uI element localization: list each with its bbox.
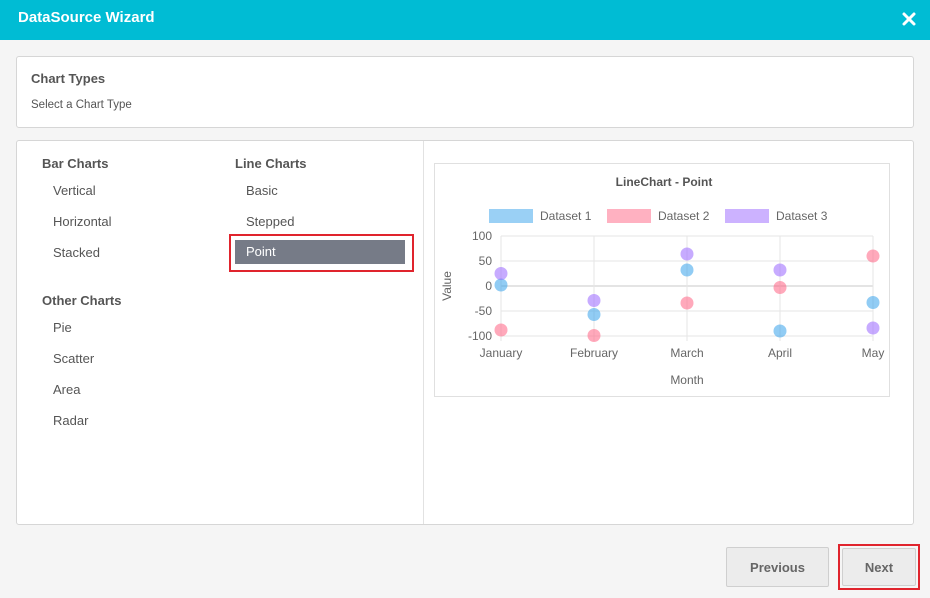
y-tick-label: -50 [475,304,493,318]
data-point [587,308,601,321]
data-point [680,263,694,277]
x-tick-label: April [768,346,792,360]
y-tick-label: 50 [479,254,493,268]
data-point [866,296,880,309]
data-point [494,267,508,280]
legend-label: Dataset 1 [540,209,592,223]
chart-types-header: Chart Types Select a Chart Type [16,56,914,128]
data-point [773,324,787,338]
y-axis-label: Value [440,271,454,301]
x-tick-label: May [862,346,885,360]
item-stacked[interactable]: Stacked [53,245,100,260]
data-point [866,249,880,263]
y-tick-label: 0 [485,279,492,293]
chart-title: LineChart - Point [616,175,713,189]
data-point [773,263,787,277]
item-scatter[interactable]: Scatter [53,351,94,366]
x-tick-label: February [570,346,618,360]
item-stepped[interactable]: Stepped [246,214,294,229]
data-point [587,329,601,342]
close-icon[interactable] [898,8,920,30]
item-area[interactable]: Area [53,382,80,397]
data-point [866,321,880,335]
legend-swatch [725,209,769,223]
x-axis-label: Month [670,373,703,387]
data-point [680,247,694,261]
item-radar[interactable]: Radar [53,413,88,428]
item-vertical[interactable]: Vertical [53,183,96,198]
y-tick-label: -100 [468,329,492,343]
item-horizontal[interactable]: Horizontal [53,214,112,229]
title-bar: DataSource Wizard [0,0,930,40]
legend-label: Dataset 3 [776,209,828,223]
data-point [587,294,601,307]
x-tick-label: January [480,346,523,360]
data-point [494,278,508,292]
legend-label: Dataset 2 [658,209,710,223]
legend-swatch [489,209,533,223]
window-title: DataSource Wizard [18,9,155,26]
section-title: Chart Types [31,71,106,86]
x-tick-label: March [670,346,703,360]
group-other-charts: Other Charts [42,293,122,308]
chart-type-panel: Bar Charts Vertical Horizontal Stacked O… [16,140,914,525]
group-bar-charts: Bar Charts [42,156,109,171]
item-pie[interactable]: Pie [53,320,72,335]
y-tick-label: 100 [472,229,492,243]
item-point[interactable]: Point [235,240,405,264]
item-basic[interactable]: Basic [246,183,278,198]
chart-svg: LineChart - Point Dataset 1 Dataset 2 Data… [440,175,885,387]
previous-button[interactable]: Previous [726,547,829,587]
chart-preview: LineChart - Point Dataset 1 Dataset 2 Data… [434,163,890,397]
data-point [494,323,508,337]
legend-swatch [607,209,651,223]
data-point [773,281,787,294]
section-subtitle: Select a Chart Type [31,99,132,111]
panel-divider [423,141,424,524]
group-line-charts: Line Charts [235,156,307,171]
data-point [680,296,694,310]
next-button[interactable]: Next [842,548,916,586]
